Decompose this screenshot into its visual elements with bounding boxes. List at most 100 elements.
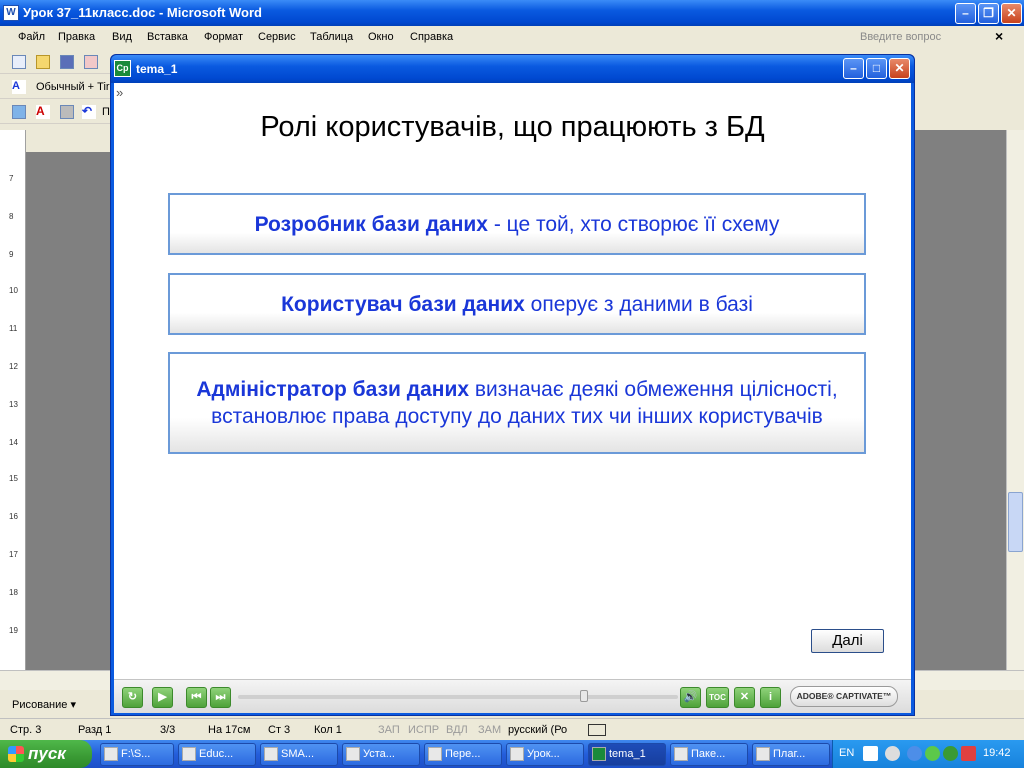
word-doc-icon: W [3, 5, 19, 21]
permission-icon[interactable] [84, 55, 98, 69]
taskbar-item[interactable]: SMA... [260, 743, 338, 766]
next-button[interactable]: Далі [811, 629, 884, 653]
captivate-maximize-button[interactable]: □ [866, 58, 887, 79]
taskbar: пуск F:\S... Educ... SMA... Уста... Пере… [0, 740, 1024, 768]
menu-edit[interactable]: Правка [58, 31, 95, 43]
status-rec[interactable]: ЗАП [378, 724, 400, 736]
info-icon[interactable]: i [760, 687, 781, 708]
word-restore-button[interactable]: ❐ [978, 3, 999, 24]
taskbar-item[interactable]: Паке... [670, 743, 748, 766]
progress-knob[interactable] [580, 690, 588, 702]
menu-tools[interactable]: Сервис [258, 31, 296, 43]
toolbar-truncated-label: П [102, 106, 110, 118]
taskbar-item-label: Пере... [445, 748, 481, 760]
status-trk[interactable]: ИСПР [408, 724, 439, 736]
antivirus-icon[interactable] [925, 746, 940, 761]
captivate-minimize-button[interactable]: – [843, 58, 864, 79]
new-document-icon[interactable] [12, 55, 26, 69]
taskbar-item[interactable]: Пере... [424, 743, 502, 766]
taskbar-item-label: Уста... [363, 748, 395, 760]
word-close-button[interactable]: ✕ [1001, 3, 1022, 24]
start-label: пуск [28, 744, 66, 763]
document-background-left [26, 152, 112, 670]
status-language: русский (Ро [508, 724, 568, 736]
previous-icon[interactable]: ⏮ [186, 687, 207, 708]
security-icon[interactable] [943, 746, 958, 761]
slide-title: Ролі користувачів, що працюють з БД [260, 111, 765, 143]
drawing-toolbar: Рисование ▾ [0, 690, 112, 718]
taskbar-item[interactable]: F:\S... [100, 743, 174, 766]
taskbar-item-label: Урок... [527, 748, 560, 760]
status-ext[interactable]: ВДЛ [446, 724, 468, 736]
undo-icon[interactable]: ↶ [82, 105, 96, 119]
status-pages: 3/3 [160, 724, 176, 736]
ruler-number: 17 [9, 550, 18, 559]
word-standard-toolbar [0, 50, 112, 74]
close-document-icon[interactable]: × [995, 28, 1003, 44]
style-box[interactable]: Обычный + Tir [36, 81, 110, 93]
menu-help[interactable]: Справка [410, 31, 453, 43]
role-box-user: Користувач бази даних оперує з даними в … [168, 273, 866, 335]
word-icon [510, 747, 524, 761]
save-icon[interactable] [60, 55, 74, 69]
ruler-number: 13 [9, 400, 18, 409]
start-button[interactable]: пуск [0, 740, 92, 768]
captivate-close-button[interactable]: ✕ [889, 58, 910, 79]
rewind-icon[interactable]: ↻ [122, 687, 143, 708]
menu-view[interactable]: Вид [112, 31, 132, 43]
scroll-thumb[interactable] [1008, 492, 1023, 552]
open-folder-icon[interactable] [36, 55, 50, 69]
taskbar-item[interactable]: Плаг... [752, 743, 830, 766]
vertical-scrollbar[interactable] [1006, 130, 1024, 670]
menu-file[interactable]: Файл [18, 31, 45, 43]
menu-table[interactable]: Таблица [310, 31, 353, 43]
word-minimize-button[interactable]: – [955, 3, 976, 24]
ask-question-input[interactable]: Введите вопрос [860, 31, 941, 43]
taskbar-item[interactable]: Educ... [178, 743, 256, 766]
exit-icon[interactable]: ✕ [734, 687, 755, 708]
language-indicator[interactable]: EN [839, 747, 854, 759]
frame-icon[interactable] [60, 105, 74, 119]
taskbar-item-label: Educ... [199, 748, 234, 760]
progress-bar[interactable] [238, 690, 678, 702]
menu-format[interactable]: Формат [204, 31, 243, 43]
app-icon [182, 747, 196, 761]
pen-icon[interactable] [12, 105, 26, 119]
ruler-number: 14 [9, 438, 18, 447]
play-icon[interactable]: ▶ [152, 687, 173, 708]
role-name: Розробник бази даних [254, 212, 488, 236]
chrome-icon [756, 747, 770, 761]
taskbar-item-label: Плаг... [773, 748, 806, 760]
chevron-right-icon[interactable]: » [116, 85, 123, 100]
adobe-captivate-logo[interactable]: ADOBE® CAPTIVATE™ [790, 686, 898, 707]
drawing-menu[interactable]: Рисование ▾ [12, 698, 76, 711]
taskbar-item-label: Паке... [691, 748, 726, 760]
ruler-number: 18 [9, 588, 18, 597]
audio-icon[interactable]: 🔊 [680, 687, 701, 708]
styles-icon[interactable]: A [12, 80, 26, 94]
next-icon[interactable]: ⏭ [210, 687, 231, 708]
volume-icon[interactable] [885, 746, 900, 761]
toc-button[interactable]: TOC [706, 687, 729, 708]
chrome-icon [428, 747, 442, 761]
network-icon[interactable] [907, 746, 922, 761]
clock[interactable]: 19:42 [983, 747, 1011, 759]
taskbar-item-active[interactable]: tema_1 [588, 743, 666, 766]
folder-icon [104, 747, 118, 761]
spelling-book-icon[interactable] [588, 724, 606, 736]
windows-flag-icon [8, 746, 24, 762]
help-icon[interactable] [863, 746, 878, 761]
status-ovr[interactable]: ЗАМ [478, 724, 501, 736]
word-window-title: Урок 37_11класс.doc - Microsoft Word [23, 5, 263, 20]
font-color-icon[interactable]: A [36, 105, 50, 119]
playback-controls: ↻ ▶ ⏮ ⏭ 🔊 TOC ✕ i ADOBE® CAPTIVATE™ [114, 679, 911, 713]
taskbar-item[interactable]: Урок... [506, 743, 584, 766]
flag-tray-icon[interactable] [961, 746, 976, 761]
ruler-number: 15 [9, 474, 18, 483]
taskbar-item[interactable]: Уста... [342, 743, 420, 766]
word-menu-bar: Файл Правка Вид Вставка Формат Сервис Та… [0, 26, 1024, 48]
menu-insert[interactable]: Вставка [147, 31, 188, 43]
menu-window[interactable]: Окно [368, 31, 394, 43]
captivate-title-bar: Cp tema_1 – □ ✕ [111, 55, 914, 83]
captivate-window: Cp tema_1 – □ ✕ » Ролі користувачів, що … [110, 54, 915, 716]
